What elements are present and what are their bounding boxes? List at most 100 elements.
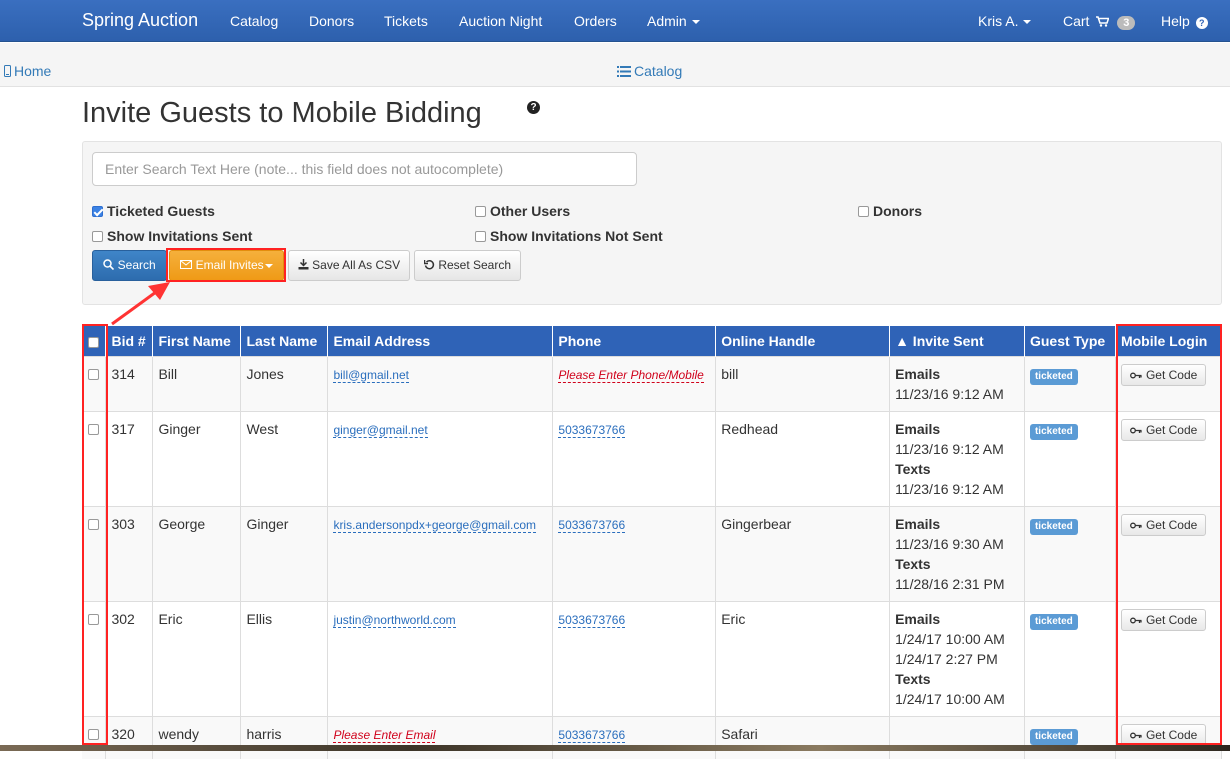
nav-donors[interactable]: Donors xyxy=(309,13,354,29)
table-body: 314 Bill Jones bill@gmail.net Please Enter P… xyxy=(82,355,1223,759)
get-code-button[interactable]: Get Code xyxy=(1120,513,1207,536)
column-header-guest-type[interactable]: Guest Type xyxy=(1024,326,1116,356)
checkbox-checked[interactable] xyxy=(92,206,103,217)
get-code-button[interactable]: Get Code xyxy=(1120,723,1207,746)
last-name: harris xyxy=(246,725,282,742)
home-link[interactable]: Home xyxy=(4,63,51,79)
search-input[interactable] xyxy=(92,152,637,186)
column-header-invite-sent[interactable]: ▲ Invite Sent xyxy=(889,326,1025,356)
mobile-login-cell: Get Code xyxy=(1115,355,1223,411)
row-checkbox[interactable] xyxy=(88,368,99,380)
filter-label: Ticketed Guests xyxy=(107,203,215,219)
key-icon xyxy=(1130,372,1142,378)
row-select-cell xyxy=(82,600,107,716)
filter-ticketed-guests[interactable]: Ticketed Guests xyxy=(92,203,215,219)
nav-catalog[interactable]: Catalog xyxy=(230,13,278,29)
invite-channel-label: Emails xyxy=(895,610,941,627)
filter-other-users[interactable]: Other Users xyxy=(475,203,570,219)
table-row: 317 Ginger West ginger@gmail.net 5033673766 R… xyxy=(82,410,1223,506)
column-header-bid[interactable]: Bid # xyxy=(105,326,154,356)
invite-sent-cell: Emails 1/24/17 10:00 AM 1/24/17 2:27 PM Tex… xyxy=(889,600,1025,716)
user-menu-dropdown[interactable]: Kris A. xyxy=(978,13,1032,29)
phone-link[interactable]: 5033673766 xyxy=(558,612,626,628)
get-code-label: Get Code xyxy=(1145,517,1198,532)
checkbox[interactable] xyxy=(475,206,486,217)
online-handle: Eric xyxy=(721,610,746,627)
guest-type-cell: ticketed xyxy=(1024,410,1116,506)
chevron-down-icon xyxy=(1023,20,1032,25)
nav-auction-night[interactable]: Auction Night xyxy=(459,13,542,29)
catalog-link[interactable]: Catalog xyxy=(617,63,682,79)
email-link[interactable]: kris.andersonpdx+george@gmail.com xyxy=(333,517,537,533)
nav-admin-dropdown[interactable]: Admin xyxy=(647,13,700,29)
key-icon xyxy=(1130,427,1142,433)
brand-link[interactable]: Spring Auction xyxy=(82,10,198,31)
filter-donors[interactable]: Donors xyxy=(858,203,922,219)
invite-timestamp: 11/23/16 9:12 AM xyxy=(895,385,1004,402)
checkbox[interactable] xyxy=(858,206,869,217)
row-select-cell xyxy=(82,410,107,506)
mobile-phone-icon xyxy=(4,65,11,77)
get-code-button[interactable]: Get Code xyxy=(1120,608,1207,631)
question-circle-icon[interactable]: ? xyxy=(527,101,540,114)
search-button[interactable]: Search xyxy=(92,250,167,281)
select-all-checkbox[interactable] xyxy=(88,336,99,348)
phone-missing-link[interactable]: Please Enter Phone/Mobile xyxy=(558,367,704,383)
invite-channel-label: Texts xyxy=(895,670,931,687)
search-panel: Ticketed Guests Other Users Donors Show … xyxy=(82,141,1222,305)
email-link[interactable]: bill@gmail.net xyxy=(333,367,409,383)
reset-search-button[interactable]: Reset Search xyxy=(414,250,521,281)
nav-tickets[interactable]: Tickets xyxy=(384,13,428,29)
save-csv-button[interactable]: Save All As CSV xyxy=(288,250,410,281)
email-missing-link[interactable]: Please Enter Email xyxy=(333,727,436,743)
mobile-login-cell: Get Code xyxy=(1115,600,1223,716)
help-link[interactable]: Help ? xyxy=(1161,13,1208,29)
first-name: Bill xyxy=(158,365,178,382)
filter-invitations-not-sent[interactable]: Show Invitations Not Sent xyxy=(475,228,663,244)
online-handle: Redhead xyxy=(721,420,779,437)
filter-label: Other Users xyxy=(490,203,571,219)
select-all-cell xyxy=(82,326,107,356)
column-header-last-name[interactable]: Last Name xyxy=(240,326,329,356)
get-code-button[interactable]: Get Code xyxy=(1120,418,1207,441)
column-header-online-handle[interactable]: Online Handle xyxy=(715,326,891,356)
table-row: 314 Bill Jones bill@gmail.net Please Enter P… xyxy=(82,355,1223,411)
column-header-email[interactable]: Email Address xyxy=(327,326,554,356)
column-header-phone[interactable]: Phone xyxy=(552,326,717,356)
row-checkbox[interactable] xyxy=(88,613,99,625)
invite-channel-label: Emails xyxy=(895,515,941,532)
email-cell: ginger@gmail.net xyxy=(327,410,554,506)
checkbox[interactable] xyxy=(475,231,486,242)
cart-link[interactable]: Cart 3 xyxy=(1063,13,1136,30)
row-checkbox[interactable] xyxy=(88,423,99,435)
phone-link[interactable]: 5033673766 xyxy=(558,727,626,743)
online-handle: bill xyxy=(721,365,739,382)
row-checkbox[interactable] xyxy=(88,518,99,530)
email-invites-label: Email Invites xyxy=(195,258,264,272)
phone-cell: 5033673766 xyxy=(552,410,717,506)
filter-invitations-sent[interactable]: Show Invitations Sent xyxy=(92,228,252,244)
checkbox[interactable] xyxy=(92,231,103,242)
phone-cell: 5033673766 xyxy=(552,505,717,601)
email-invites-dropdown-button[interactable]: Email Invites xyxy=(169,250,284,281)
guest-type-badge: ticketed xyxy=(1029,613,1078,630)
column-header-mobile-login[interactable]: Mobile Login xyxy=(1115,326,1223,356)
mobile-login-cell: Get Code xyxy=(1115,505,1223,601)
table-row: 303 George Ginger kris.andersonpdx+george@g… xyxy=(82,505,1223,601)
nav-orders[interactable]: Orders xyxy=(574,13,617,29)
download-icon xyxy=(298,259,309,270)
online-handle-cell: Gingerbear xyxy=(715,505,891,601)
invite-timestamp: 11/23/16 9:30 AM xyxy=(895,535,1004,552)
reset-search-label: Reset Search xyxy=(438,258,512,272)
guest-type-badge: ticketed xyxy=(1029,368,1078,385)
top-navbar: Spring Auction Catalog Donors Tickets Au… xyxy=(0,0,1230,42)
column-header-first-name[interactable]: First Name xyxy=(152,326,242,356)
phone-link[interactable]: 5033673766 xyxy=(558,422,626,438)
user-name: Kris A. xyxy=(978,13,1019,29)
email-link[interactable]: ginger@gmail.net xyxy=(333,422,428,438)
get-code-button[interactable]: Get Code xyxy=(1120,363,1207,386)
invite-timestamp: 11/23/16 9:12 AM xyxy=(895,480,1004,497)
phone-link[interactable]: 5033673766 xyxy=(558,517,626,533)
row-checkbox[interactable] xyxy=(88,728,99,740)
email-link[interactable]: justin@northworld.com xyxy=(333,612,456,628)
